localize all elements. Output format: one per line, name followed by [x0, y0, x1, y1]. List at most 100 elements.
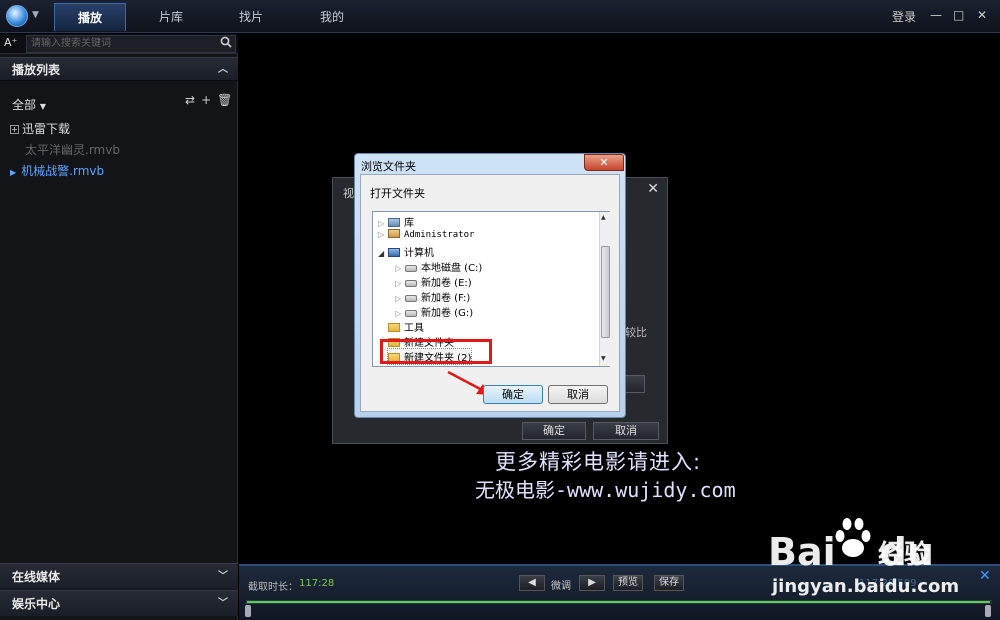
- tree-node-label: 新加卷 (G:): [421, 308, 474, 319]
- expand-arrow-icon[interactable]: ▷: [395, 264, 405, 273]
- start-marker[interactable]: [245, 605, 251, 617]
- end-marker[interactable]: [985, 605, 991, 617]
- tree-node-drive-g[interactable]: ▷ 新加卷 (G:): [395, 304, 473, 319]
- minimize-icon[interactable]: —: [930, 8, 942, 22]
- tree-node-label: Administrator: [404, 230, 475, 240]
- list-item-current[interactable]: ▶ 机械战警.rmvb: [10, 162, 104, 179]
- font-size-button[interactable]: A⁺: [4, 36, 22, 52]
- ok-button[interactable]: 确定: [483, 385, 543, 404]
- search-row: A⁺ 请输入搜索关键词: [0, 34, 238, 54]
- tree-node-label: 工具: [404, 323, 424, 334]
- tree-node-tools[interactable]: 工具: [388, 319, 424, 334]
- tree-node-label: 新加卷 (E:): [421, 278, 472, 289]
- expand-arrow-icon[interactable]: ▷: [395, 309, 405, 318]
- tree-node-drive-c[interactable]: ▷ 本地磁盘 (C:): [395, 259, 482, 274]
- fine-tune-label: 微调: [551, 581, 571, 592]
- list-item-label: 迅雷下载: [22, 122, 71, 136]
- scroll-up-icon[interactable]: ▲: [601, 214, 606, 221]
- playing-arrow-icon: ▶: [10, 168, 17, 177]
- tree-node-label: 库: [404, 218, 414, 229]
- drive-icon: [405, 310, 417, 317]
- tree-node-drive-e[interactable]: ▷ 新加卷 (E:): [395, 274, 472, 289]
- tab-play[interactable]: 播放: [54, 3, 126, 31]
- collapse-arrow-icon[interactable]: ◢: [378, 249, 388, 258]
- drive-icon: [405, 265, 417, 272]
- tree-node-library[interactable]: ▷ 库: [378, 214, 414, 229]
- online-media-header[interactable]: 在线媒体 ﹀: [0, 563, 238, 589]
- chevron-up-icon[interactable]: ︿: [218, 58, 228, 82]
- online-media-title: 在线媒体: [12, 570, 61, 584]
- step-forward-button[interactable]: ▶: [579, 575, 605, 591]
- dialog-text: 较比: [625, 326, 647, 339]
- close-icon[interactable]: ✕: [979, 568, 991, 584]
- tab-find[interactable]: 找片: [215, 3, 287, 31]
- tree-node-label: 新加卷 (F:): [421, 293, 471, 304]
- caret-down-icon: ▼: [39, 102, 46, 111]
- cancel-button[interactable]: 取消: [548, 385, 608, 404]
- login-link[interactable]: 登录: [892, 8, 916, 25]
- left-panel: A⁺ 请输入搜索关键词 播放列表 ︿ 全部 ▼ ⇄+🗑 + 迅雷下载 太平洋幽灵.…: [0, 34, 238, 620]
- watermark-line1: 更多精彩电影请进入:: [495, 450, 702, 474]
- dialog-title: 浏览文件夹: [361, 160, 416, 173]
- playlist-title: 播放列表: [12, 63, 61, 77]
- tree-node-drive-f[interactable]: ▷ 新加卷 (F:): [395, 289, 470, 304]
- playlist-tools: ⇄+🗑: [185, 93, 238, 107]
- close-icon[interactable]: ✕: [977, 8, 987, 22]
- scroll-thumb[interactable]: [601, 246, 610, 338]
- scroll-down-icon[interactable]: ▼: [601, 355, 606, 362]
- playlist-header[interactable]: 播放列表 ︿: [0, 57, 238, 81]
- app-logo-icon[interactable]: [6, 5, 28, 27]
- cancel-button[interactable]: 取消: [593, 422, 659, 440]
- chevron-down-icon[interactable]: ﹀: [218, 564, 228, 590]
- menu-caret-icon[interactable]: ▼: [32, 10, 39, 20]
- computer-icon: [388, 248, 400, 257]
- baidu-url-text: jingyan.baidu.com: [772, 576, 960, 597]
- tree-node-label: 计算机: [404, 248, 434, 259]
- expand-arrow-icon[interactable]: ▷: [378, 219, 388, 228]
- tab-library[interactable]: 片库: [135, 3, 207, 31]
- tree-node-computer[interactable]: ◢ 计算机: [378, 244, 434, 259]
- tree-scrollbar[interactable]: ▲ ▼: [599, 212, 610, 366]
- maximize-icon[interactable]: □: [953, 8, 964, 22]
- browse-button[interactable]: [625, 375, 645, 393]
- library-icon: [388, 218, 400, 227]
- search-input[interactable]: 请输入搜索关键词: [26, 35, 236, 53]
- tab-mine[interactable]: 我的: [296, 3, 368, 31]
- tree-node-label: 本地磁盘 (C:): [421, 263, 483, 274]
- user-folder-icon: [388, 229, 400, 238]
- save-button[interactable]: 保存: [654, 575, 684, 591]
- filter-dropdown[interactable]: 全部 ▼: [12, 96, 46, 113]
- close-button[interactable]: ✕: [584, 154, 624, 171]
- capture-duration-value: 117:28: [299, 578, 335, 589]
- dialog-title: 视: [343, 187, 354, 200]
- expand-icon[interactable]: +: [10, 125, 19, 134]
- folder-icon: [388, 323, 400, 332]
- chevron-down-icon[interactable]: ﹀: [218, 591, 228, 617]
- baidu-paw-icon: [835, 518, 871, 557]
- expand-arrow-icon[interactable]: ▷: [395, 294, 405, 303]
- drive-icon: [405, 295, 417, 302]
- baidu-jingyan-text: 经验: [878, 540, 931, 570]
- watermark-line2: 无极电影-www.wujidy.com: [475, 478, 736, 502]
- list-item[interactable]: 太平洋幽灵.rmvb: [25, 141, 120, 158]
- tree-node-administrator[interactable]: ▷ Administrator: [378, 229, 474, 240]
- baidu-logo-bai: Bai: [768, 530, 836, 574]
- drive-icon: [405, 280, 417, 287]
- expand-arrow-icon[interactable]: ▷: [378, 230, 388, 239]
- list-item-label: 机械战警.rmvb: [21, 164, 105, 178]
- loop-icon[interactable]: ⇄: [185, 93, 201, 107]
- search-icon[interactable]: [220, 36, 232, 51]
- expand-arrow-icon[interactable]: ▷: [395, 279, 405, 288]
- step-back-button[interactable]: ◀: [519, 575, 545, 591]
- progress-track[interactable]: [246, 600, 992, 604]
- add-icon[interactable]: +: [201, 93, 217, 107]
- top-bar: ▼ 播放 片库 找片 我的 登录 — □ ✕: [0, 0, 1000, 33]
- dialog-prompt: 打开文件夹: [370, 187, 425, 200]
- capture-duration-label: 截取时长：: [248, 582, 298, 593]
- preview-button[interactable]: 预览: [613, 575, 643, 591]
- delete-icon[interactable]: 🗑: [217, 93, 238, 107]
- list-item[interactable]: + 迅雷下载: [10, 120, 70, 137]
- entertainment-header[interactable]: 娱乐中心 ﹀: [0, 590, 238, 616]
- ok-button[interactable]: 确定: [522, 422, 586, 440]
- close-icon[interactable]: ✕: [647, 181, 659, 197]
